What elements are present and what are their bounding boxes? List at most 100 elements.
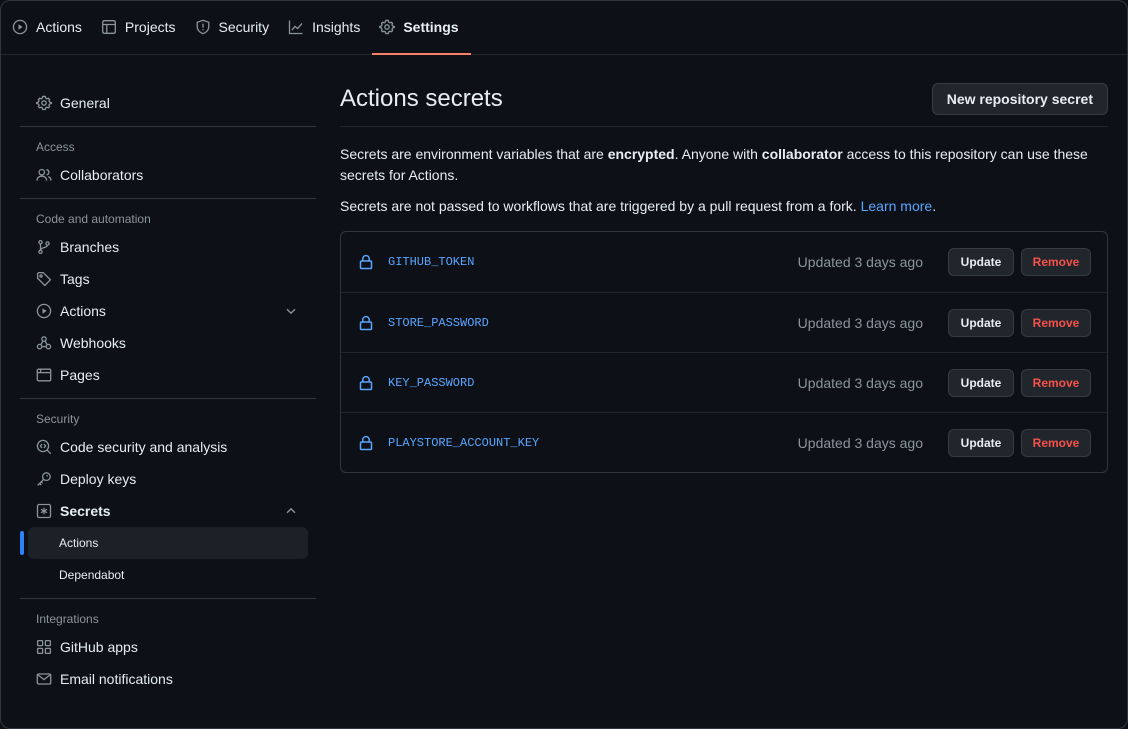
sidebar-item-secrets[interactable]: Secrets: [20, 495, 316, 527]
tab-security[interactable]: Security: [188, 1, 282, 54]
play-circle-icon: [36, 303, 52, 319]
sidebar-item-tags[interactable]: Tags: [20, 263, 316, 295]
git-branch-icon: [36, 239, 52, 255]
key-asterisk-icon: [36, 503, 52, 519]
webhook-icon: [36, 335, 52, 351]
remove-secret-button[interactable]: Remove: [1021, 369, 1091, 397]
lock-icon: [359, 315, 373, 331]
people-icon: [36, 167, 52, 183]
sidebar-subitem-secrets-actions[interactable]: Actions: [20, 527, 308, 559]
description-text: . Anyone with: [674, 146, 762, 162]
tag-icon: [36, 271, 52, 287]
secrets-list: GITHUB_TOKEN Updated 3 days ago Update R…: [340, 231, 1108, 473]
sidebar-item-pages[interactable]: Pages: [20, 359, 316, 391]
sidebar-item-label: Code security and analysis: [60, 439, 228, 455]
sidebar-item-label: Email notifications: [60, 671, 173, 687]
update-secret-button[interactable]: Update: [948, 309, 1014, 337]
sidebar-item-code-security[interactable]: Code security and analysis: [20, 431, 316, 463]
app-window: Actions Projects Security Insights Setti…: [0, 0, 1128, 729]
tab-insights-label: Insights: [312, 19, 361, 35]
sidebar-item-label: Secrets: [60, 503, 111, 519]
remove-secret-button[interactable]: Remove: [1021, 309, 1091, 337]
mail-icon: [36, 671, 52, 687]
sidebar-heading-access: Access: [36, 140, 75, 154]
secret-name: GITHUB_TOKEN: [388, 255, 475, 269]
tab-projects[interactable]: Projects: [94, 1, 188, 54]
tab-actions[interactable]: Actions: [5, 1, 94, 54]
sidebar-item-collaborators[interactable]: Collaborators: [20, 159, 316, 191]
sidebar-item-label: Actions: [59, 536, 99, 550]
secret-row: STORE_PASSWORD Updated 3 days ago Update…: [341, 292, 1107, 352]
remove-secret-button[interactable]: Remove: [1021, 248, 1091, 276]
sidebar-item-label: Pages: [60, 367, 100, 383]
tab-projects-label: Projects: [124, 19, 176, 35]
secret-updated-time: Updated 3 days ago: [797, 315, 923, 331]
lock-icon: [359, 435, 373, 451]
gear-icon: [36, 95, 52, 111]
page-header: Actions secrets New repository secret: [340, 83, 1108, 127]
page-title: Actions secrets: [340, 85, 503, 112]
sidebar-item-label: Dependabot: [59, 568, 125, 582]
sidebar-item-label: Collaborators: [60, 167, 144, 183]
update-secret-button[interactable]: Update: [948, 369, 1014, 397]
secret-name: KEY_PASSWORD: [388, 376, 475, 390]
sidebar-item-github-apps[interactable]: GitHub apps: [20, 631, 316, 663]
sidebar-item-label: Branches: [60, 239, 120, 255]
sidebar-item-actions[interactable]: Actions: [20, 295, 316, 327]
description-text: .: [932, 198, 937, 214]
chevron-down-icon[interactable]: [284, 304, 298, 318]
sidebar-divider: [20, 598, 316, 599]
graph-icon: [288, 19, 304, 35]
lock-icon: [359, 375, 373, 391]
secret-row: GITHUB_TOKEN Updated 3 days ago Update R…: [341, 232, 1107, 292]
browser-icon: [36, 367, 52, 383]
settings-sidebar: General Access Collaborators Code and au…: [20, 87, 316, 695]
lock-icon: [359, 254, 373, 270]
secret-name: STORE_PASSWORD: [388, 316, 489, 330]
update-secret-button[interactable]: Update: [948, 429, 1014, 457]
secret-updated-time: Updated 3 days ago: [797, 254, 923, 270]
learn-more-link[interactable]: Learn more: [861, 198, 933, 214]
sidebar-item-email-notifications[interactable]: Email notifications: [20, 663, 316, 695]
active-indicator: [20, 531, 24, 555]
remove-secret-button[interactable]: Remove: [1021, 429, 1091, 457]
chevron-up-icon[interactable]: [284, 504, 298, 518]
gear-icon: [379, 19, 396, 35]
sidebar-item-deploy-keys[interactable]: Deploy keys: [20, 463, 316, 495]
sidebar-item-general[interactable]: General: [20, 87, 316, 119]
codescan-icon: [36, 439, 52, 455]
main-content: Actions secrets New repository secret Se…: [340, 83, 1108, 473]
sidebar-item-label: GitHub apps: [60, 639, 138, 655]
secret-row: PLAYSTORE_ACCOUNT_KEY Updated 3 days ago…: [341, 412, 1107, 472]
repo-nav: Actions Projects Security Insights Setti…: [1, 1, 1127, 55]
sidebar-divider: [20, 198, 316, 199]
sidebar-item-label: Tags: [60, 271, 90, 287]
secret-updated-time: Updated 3 days ago: [797, 435, 923, 451]
shield-icon: [195, 19, 211, 35]
table-icon: [101, 19, 117, 35]
secret-name: PLAYSTORE_ACCOUNT_KEY: [388, 436, 540, 450]
sidebar-divider: [20, 126, 316, 127]
description-text: Secrets are not passed to workflows that…: [340, 198, 861, 214]
secret-updated-time: Updated 3 days ago: [797, 375, 923, 391]
sidebar-heading-integrations: Integrations: [36, 612, 99, 626]
sidebar-divider: [20, 398, 316, 399]
sidebar-subitem-secrets-dependabot[interactable]: Dependabot: [28, 559, 308, 591]
key-icon: [36, 471, 52, 487]
secret-row: KEY_PASSWORD Updated 3 days ago Update R…: [341, 352, 1107, 412]
tab-security-label: Security: [218, 19, 270, 35]
new-repository-secret-button[interactable]: New repository secret: [931, 83, 1108, 115]
tab-settings[interactable]: Settings: [372, 1, 471, 55]
sidebar-item-label: Deploy keys: [60, 471, 137, 487]
tab-insights[interactable]: Insights: [281, 1, 372, 54]
sidebar-item-label: Webhooks: [60, 335, 126, 351]
tab-settings-label: Settings: [403, 19, 459, 35]
sidebar-item-webhooks[interactable]: Webhooks: [20, 327, 316, 359]
sidebar-heading-security: Security: [36, 412, 80, 426]
description-emphasis: encrypted: [607, 146, 675, 162]
description-emphasis: collaborator: [761, 146, 843, 162]
description-text: Secrets are environment variables that a…: [340, 146, 608, 162]
sidebar-item-branches[interactable]: Branches: [20, 231, 316, 263]
update-secret-button[interactable]: Update: [948, 248, 1014, 276]
secrets-description: Secrets are environment variables that a…: [340, 144, 1108, 186]
